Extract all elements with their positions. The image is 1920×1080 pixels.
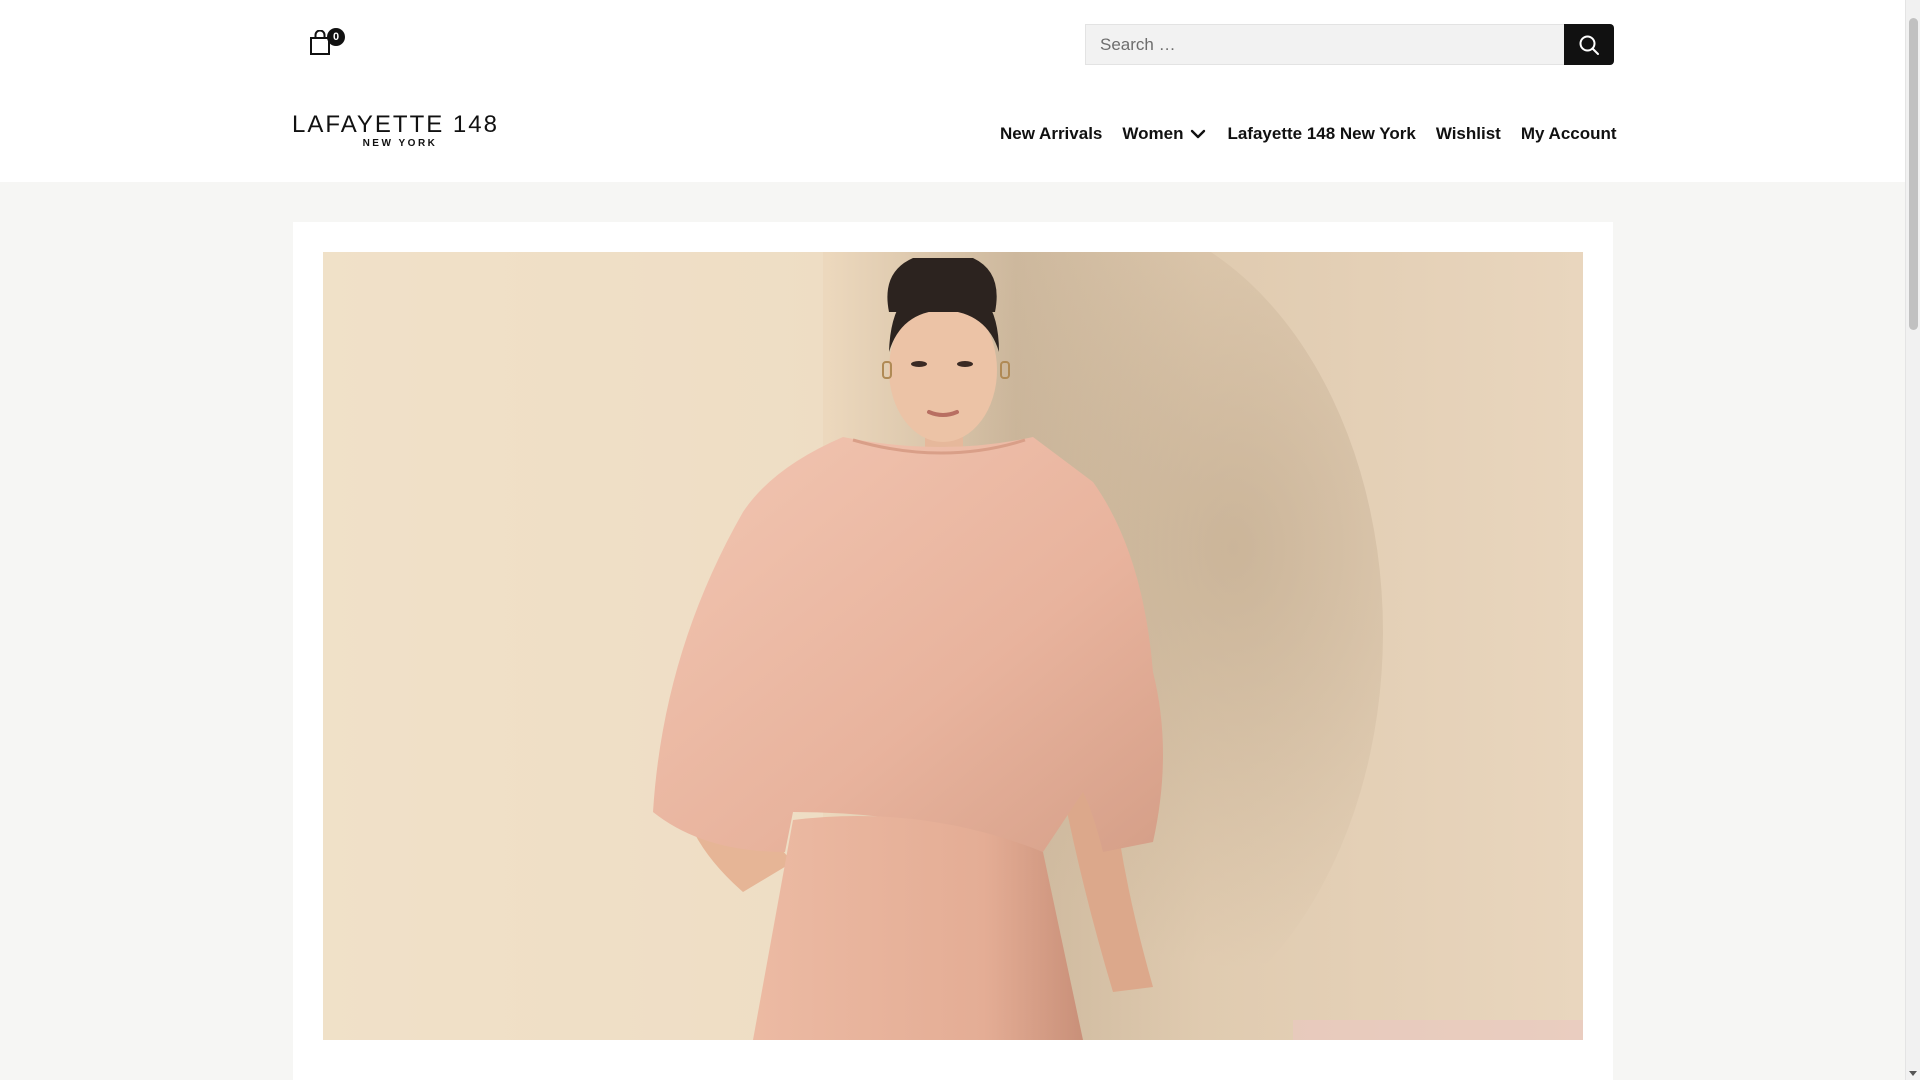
logo-wordmark: LAFAYETTE 148 — [292, 111, 499, 138]
nav-women[interactable]: Women — [1122, 124, 1207, 144]
chevron-down-icon[interactable] — [1189, 128, 1207, 140]
nav-lafayette-148-new-york[interactable]: Lafayette 148 New York — [1227, 124, 1415, 144]
cart-count-badge: 0 — [327, 28, 345, 46]
logo-subtitle: NEW YORK — [362, 138, 438, 149]
nav-label: Lafayette 148 New York — [1227, 124, 1416, 143]
nav-wishlist[interactable]: Wishlist — [1436, 124, 1501, 144]
main-navigation: New Arrivals Women Lafayette 148 New Yor… — [1000, 118, 1617, 150]
scroll-down-arrow-icon[interactable] — [1909, 1071, 1917, 1076]
nav-label: My Account — [1520, 124, 1617, 143]
nav-label: Wishlist — [1435, 124, 1501, 143]
page: 0 LAFAYETTE 148 NEW YORK New Arrivals Wo… — [0, 0, 1920, 1080]
nav-label: Women — [1122, 124, 1184, 143]
nav-my-account[interactable]: My Account — [1521, 124, 1617, 144]
search-form — [1085, 24, 1614, 65]
model-in-blush-knit-top-and-skirt-photo — [323, 252, 1583, 1040]
site-logo[interactable]: LAFAYETTE 148 NEW YORK — [292, 112, 498, 152]
scrollbar-thumb[interactable] — [1909, 18, 1918, 330]
search-icon — [1579, 35, 1599, 55]
cart-button[interactable]: 0 — [309, 28, 345, 58]
site-header: 0 LAFAYETTE 148 NEW YORK New Arrivals Wo… — [0, 0, 1905, 182]
hero-card — [293, 222, 1613, 1080]
hero-image[interactable] — [323, 252, 1583, 1040]
search-input[interactable] — [1085, 24, 1564, 65]
nav-new-arrivals[interactable]: New Arrivals — [1000, 124, 1102, 144]
nav-label: New Arrivals — [1000, 124, 1103, 143]
search-button[interactable] — [1564, 24, 1614, 65]
vertical-scrollbar[interactable] — [1905, 0, 1920, 1080]
